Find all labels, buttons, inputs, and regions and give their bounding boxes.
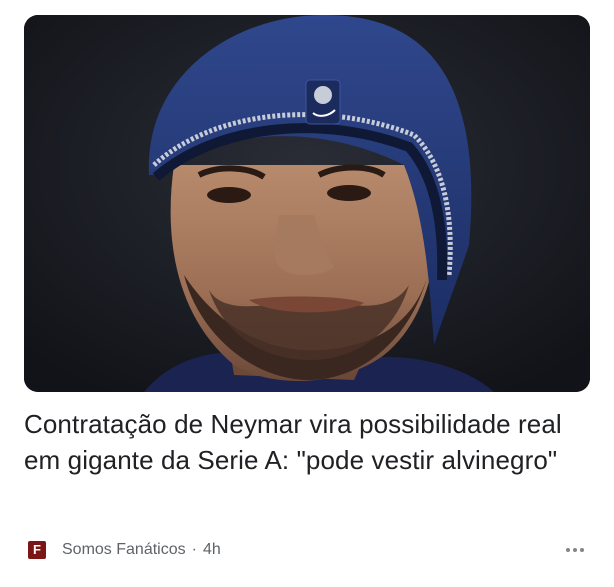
source-name[interactable]: Somos Fanáticos bbox=[62, 541, 186, 559]
more-options-icon[interactable] bbox=[562, 544, 588, 556]
article-age: 4h bbox=[202, 541, 221, 558]
player-photo bbox=[24, 15, 590, 392]
source-logo-icon: F bbox=[28, 541, 46, 559]
dot bbox=[580, 548, 584, 552]
article-headline[interactable]: Contratação de Neymar vira possibilidade… bbox=[24, 406, 590, 478]
article-meta: F Somos Fanáticos · 4h bbox=[24, 538, 590, 562]
news-card[interactable]: Contratação de Neymar vira possibilidade… bbox=[0, 0, 614, 587]
dot bbox=[566, 548, 570, 552]
article-thumbnail[interactable] bbox=[24, 15, 590, 392]
meta-separator: · bbox=[191, 541, 197, 558]
dot bbox=[573, 548, 577, 552]
